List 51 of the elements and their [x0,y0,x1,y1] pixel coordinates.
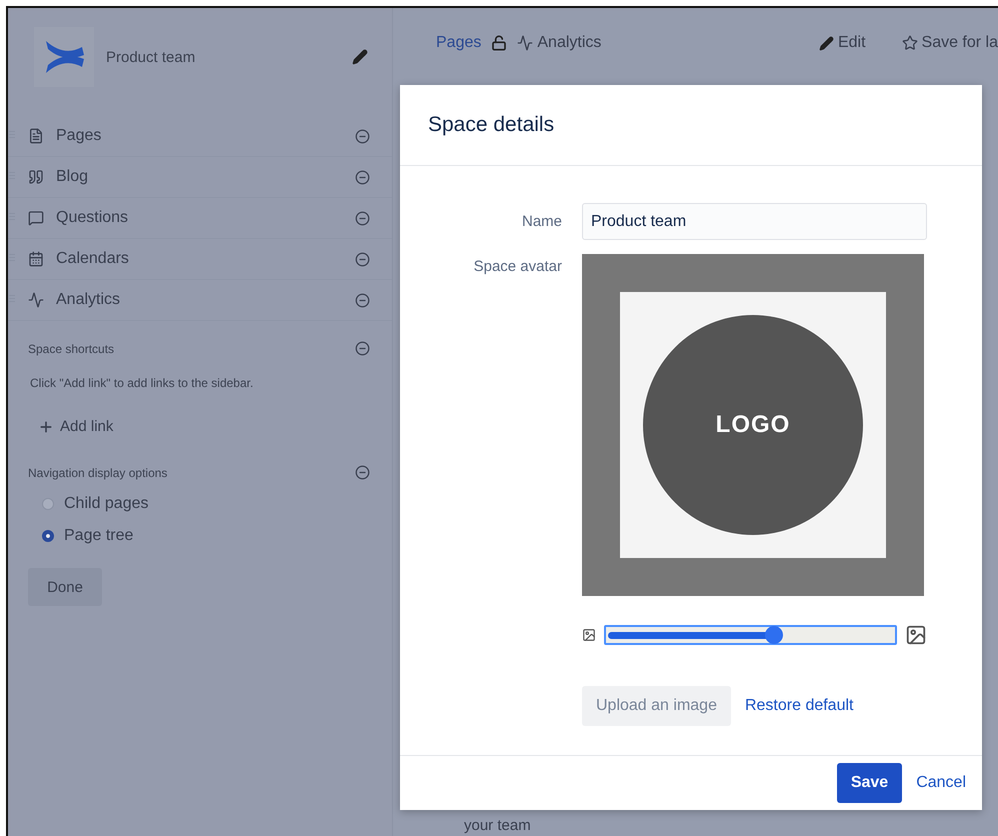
name-field[interactable]: Product team [582,203,927,240]
shortcuts-hint: Click "Add link" to add links to the sidebar. [29,375,254,390]
page-text: your team [463,817,532,836]
analytics-link[interactable]: Analytics [517,34,602,52]
remove-icon[interactable] [355,252,370,266]
logo-text: LOGO [716,411,790,439]
breadcrumb-link[interactable]: Pages [436,34,482,52]
save-button[interactable]: Save [836,763,902,803]
radio-button[interactable] [42,498,54,510]
blog-icon [28,169,44,185]
sidebar-item[interactable]: Analytics [8,280,392,321]
dialog-title: Space details [428,113,554,137]
sidebar-item[interactable]: Blog [8,157,392,198]
cancel-link[interactable]: Cancel [916,774,966,792]
restore-default-link[interactable]: Restore default [744,697,854,715]
remove-icon[interactable] [355,210,370,226]
upload-button[interactable]: Upload an image [582,686,731,726]
field-label: Space avatar [474,257,562,277]
pages-icon [28,128,44,144]
sidebar-item[interactable]: Pages [8,116,392,157]
star-icon [902,35,918,51]
analytics-icon [517,35,534,51]
plus-icon [38,418,54,434]
pencil-icon [818,36,834,50]
remove-icon[interactable] [355,292,370,308]
slider-thumb[interactable] [764,626,783,644]
questions-icon [28,210,44,226]
lock-icon[interactable] [491,35,508,51]
done-button[interactable]: Done [28,568,102,606]
analytics-icon [28,292,44,308]
collapse-icon[interactable] [355,341,370,356]
radio-label: Page tree [64,527,134,545]
section-title: Space shortcuts [28,342,116,356]
zoom-slider[interactable] [604,625,897,645]
sidebar-item[interactable]: Questions [8,198,392,239]
radio-label: Child pages [64,495,148,513]
sidebar-item[interactable]: Calendars [8,239,392,280]
field-label: Name [522,212,562,232]
image-small-icon [582,628,596,642]
collapse-icon[interactable] [355,465,370,480]
edit-icon[interactable] [352,49,368,65]
radio-button[interactable] [42,530,54,542]
image-large-icon [905,624,927,646]
edit-link[interactable]: Edit [818,34,866,52]
remove-icon[interactable] [355,170,370,184]
add-link[interactable]: Add link [38,418,114,435]
remove-icon[interactable] [355,128,370,144]
save-for-later-link[interactable]: Save for la [902,34,998,52]
section-title: Navigation display options [28,466,168,480]
calendars-icon [28,251,44,267]
space-name: Product team [106,48,196,66]
